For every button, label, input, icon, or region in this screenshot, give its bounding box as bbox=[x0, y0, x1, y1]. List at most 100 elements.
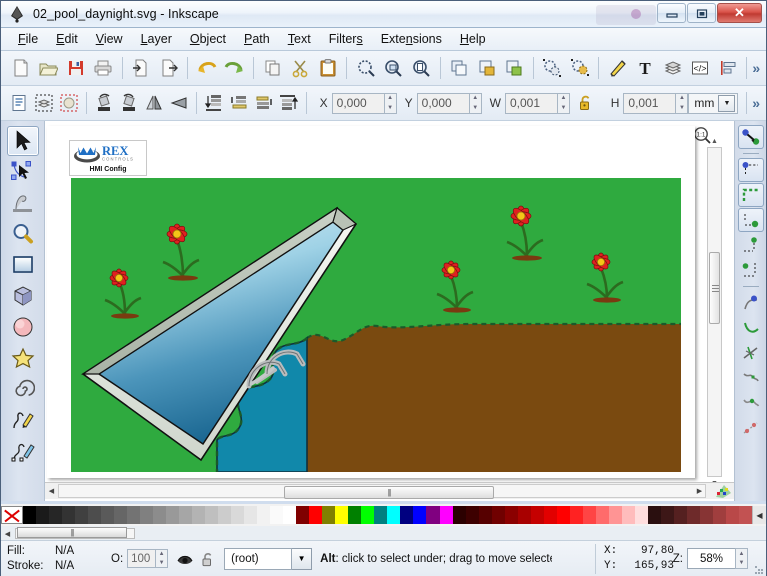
palette-swatch[interactable] bbox=[296, 506, 310, 524]
menu-object[interactable]: Object bbox=[181, 29, 235, 49]
layer-selector[interactable]: (root) ▼ bbox=[224, 547, 313, 570]
document-page[interactable]: REX CONTROLS HMI Config bbox=[47, 126, 695, 478]
node-editor-tool[interactable] bbox=[7, 157, 39, 187]
y-spin-buttons[interactable]: ▲ ▼ bbox=[468, 92, 482, 114]
palette-swatch[interactable] bbox=[517, 506, 531, 524]
pool-scene-svg[interactable] bbox=[71, 178, 681, 472]
group-icon[interactable] bbox=[475, 55, 498, 81]
layer-visible-icon[interactable] bbox=[176, 551, 194, 567]
palette-swatch[interactable] bbox=[465, 506, 479, 524]
w-spin-buttons[interactable]: ▲ ▼ bbox=[557, 92, 570, 114]
snap-to-paths-toggle[interactable] bbox=[738, 316, 764, 340]
snap-nodes-paths-toggle[interactable] bbox=[738, 291, 764, 315]
h-spin-buttons[interactable]: ▲ ▼ bbox=[675, 92, 689, 114]
palette-swatch[interactable] bbox=[374, 506, 388, 524]
close-button[interactable]: ✕ bbox=[717, 3, 762, 23]
palette-swatch[interactable] bbox=[335, 506, 349, 524]
flip-vertical-icon[interactable] bbox=[168, 90, 189, 116]
snap-bounding-box-toggle[interactable] bbox=[737, 158, 764, 182]
open-document-icon[interactable] bbox=[36, 55, 59, 81]
zoom-spin-up[interactable]: ▲ bbox=[736, 549, 747, 559]
palette-swatch[interactable] bbox=[283, 506, 297, 524]
layer-chevron-down-icon[interactable]: ▼ bbox=[292, 547, 313, 570]
align-distribute-icon[interactable] bbox=[716, 55, 739, 81]
palette-swatch[interactable] bbox=[309, 506, 323, 524]
export-icon[interactable] bbox=[157, 55, 180, 81]
palette-swatch[interactable] bbox=[660, 506, 674, 524]
palette-swatch[interactable] bbox=[88, 506, 102, 524]
raise-to-top-icon[interactable] bbox=[278, 90, 299, 116]
palette-swatch[interactable] bbox=[75, 506, 89, 524]
palette-swatch[interactable] bbox=[608, 506, 622, 524]
palette-swatch[interactable] bbox=[231, 506, 245, 524]
lower-to-bottom-icon[interactable] bbox=[204, 90, 225, 116]
h-spin-down[interactable]: ▼ bbox=[676, 103, 687, 113]
palette-swatch[interactable] bbox=[673, 506, 687, 524]
palette-scrollbar[interactable]: ◀ ||| bbox=[1, 526, 766, 540]
rotate-90-ccw-icon[interactable] bbox=[94, 90, 115, 116]
w-stepper[interactable]: ▲▼ bbox=[505, 92, 570, 114]
y-stepper[interactable]: ▲▼ bbox=[416, 92, 482, 114]
zoom-input[interactable] bbox=[687, 548, 735, 569]
new-document-icon[interactable] bbox=[9, 55, 32, 81]
snap-bbox-centers-toggle[interactable] bbox=[738, 258, 764, 282]
palette-swatch[interactable] bbox=[478, 506, 492, 524]
opacity-control[interactable]: O: ▲▼ bbox=[111, 549, 169, 568]
menu-filters[interactable]: Filters bbox=[320, 29, 372, 49]
palette-swatch[interactable] bbox=[257, 506, 271, 524]
edit-gradient-icon[interactable] bbox=[606, 55, 629, 81]
canvas-horizontal-scrollbar[interactable]: ◀ ||| ▶ bbox=[45, 482, 736, 499]
no-color-swatch[interactable] bbox=[1, 506, 23, 524]
print-icon[interactable] bbox=[91, 55, 114, 81]
opacity-spin-buttons[interactable]: ▲ ▼ bbox=[155, 549, 169, 568]
save-document-icon[interactable] bbox=[64, 55, 87, 81]
scroll-right-arrow[interactable]: ▶ bbox=[693, 484, 706, 498]
palette-swatch[interactable] bbox=[192, 506, 206, 524]
palette-swatch[interactable] bbox=[582, 506, 596, 524]
color-palette[interactable]: ◀ bbox=[1, 504, 766, 526]
palette-swatch[interactable] bbox=[543, 506, 557, 524]
zoom-control[interactable]: Z: ▲▼ bbox=[673, 548, 748, 569]
box3d-tool[interactable] bbox=[7, 281, 39, 311]
w-spin-up[interactable]: ▲ bbox=[558, 94, 569, 104]
palette-swatch[interactable] bbox=[114, 506, 128, 524]
layers-dialog-icon[interactable] bbox=[661, 55, 684, 81]
zoom-spin-buttons[interactable]: ▲ ▼ bbox=[735, 548, 748, 569]
selector-tool[interactable] bbox=[6, 126, 39, 156]
palette-swatch[interactable] bbox=[348, 506, 362, 524]
snap-smooth-nodes-toggle[interactable] bbox=[738, 391, 764, 415]
palette-swatch[interactable] bbox=[686, 506, 700, 524]
palette-swatch[interactable] bbox=[62, 506, 76, 524]
star-tool[interactable] bbox=[7, 343, 39, 373]
x-spin-up[interactable]: ▲ bbox=[385, 94, 396, 104]
palette-swatch[interactable] bbox=[387, 506, 401, 524]
palette-scroll-thumb[interactable]: ||| bbox=[17, 527, 127, 538]
palette-swatch[interactable] bbox=[153, 506, 167, 524]
h-spin-up[interactable]: ▲ bbox=[676, 94, 687, 104]
deselect-icon[interactable] bbox=[59, 90, 80, 116]
palette-scroll-arrow[interactable]: ◀ bbox=[752, 506, 766, 524]
layer-unlocked-icon[interactable] bbox=[200, 551, 216, 567]
lock-open-icon[interactable] bbox=[576, 90, 597, 116]
opacity-spin-down[interactable]: ▼ bbox=[156, 559, 167, 568]
import-icon[interactable] bbox=[130, 55, 153, 81]
h-input[interactable] bbox=[623, 92, 676, 114]
snap-bbox-corners-toggle[interactable] bbox=[737, 208, 764, 232]
canvas-area[interactable]: 1:1 REX CONTROLS HMI Config ▲ bbox=[45, 121, 736, 501]
menu-help[interactable]: Help bbox=[451, 29, 495, 49]
palette-swatch[interactable] bbox=[205, 506, 219, 524]
xml-editor-icon[interactable]: </> bbox=[689, 55, 712, 81]
menu-layer[interactable]: Layer bbox=[132, 29, 181, 49]
menu-path[interactable]: Path bbox=[235, 29, 279, 49]
palette-swatch[interactable] bbox=[270, 506, 284, 524]
palette-swatch[interactable] bbox=[413, 506, 427, 524]
snap-bbox-edge-midpoints-toggle[interactable] bbox=[738, 233, 764, 257]
x-input[interactable] bbox=[331, 92, 384, 114]
cut-icon[interactable] bbox=[289, 55, 312, 81]
w-input[interactable] bbox=[505, 92, 557, 114]
enable-snapping-toggle[interactable] bbox=[737, 125, 764, 149]
palette-swatch[interactable] bbox=[556, 506, 570, 524]
y-spin-up[interactable]: ▲ bbox=[470, 94, 481, 104]
tool-options-overflow[interactable]: » bbox=[752, 95, 760, 111]
w-spin-down[interactable]: ▼ bbox=[558, 103, 569, 113]
